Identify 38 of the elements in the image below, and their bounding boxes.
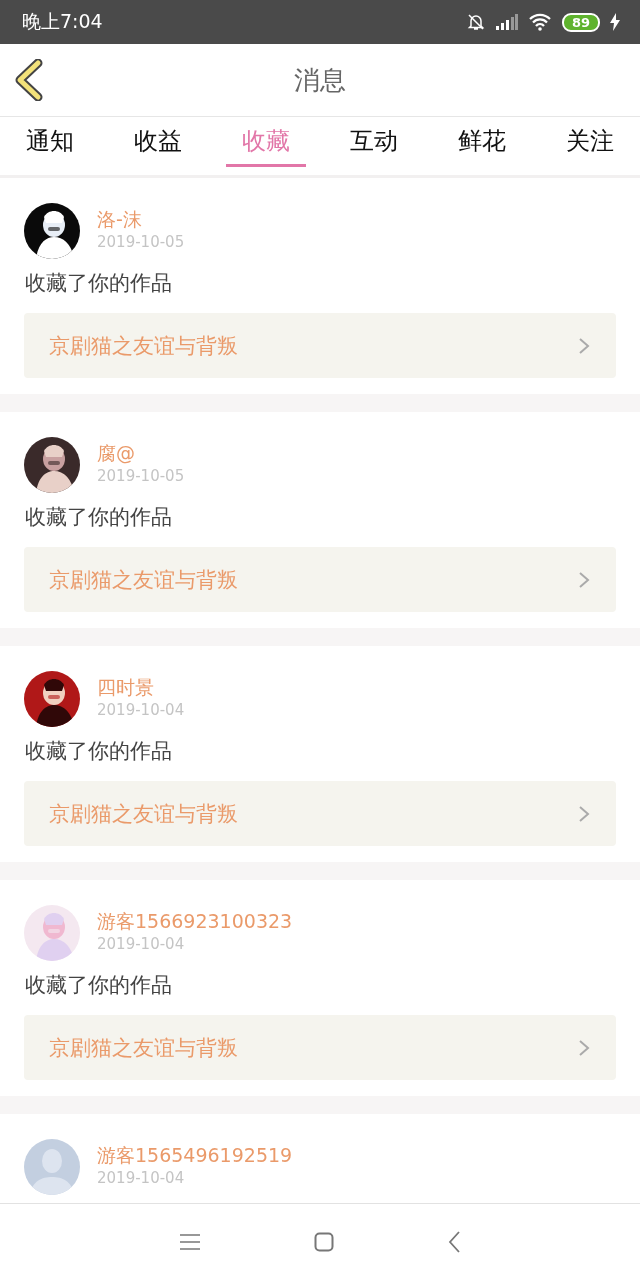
tab[interactable]: 收益 — [118, 117, 198, 167]
message-date: 2019-10-04 — [97, 1168, 186, 1189]
message-text: 收藏了你的作品 — [25, 270, 173, 297]
wifi-icon — [527, 13, 552, 31]
message-text: 收藏了你的作品 — [25, 972, 173, 999]
status-time: 晚上7:04 — [22, 9, 103, 34]
user-name[interactable]: 四时景 — [97, 675, 185, 699]
home-square-icon[interactable] — [314, 1232, 334, 1252]
tab[interactable]: 关注 — [550, 117, 630, 167]
tab[interactable]: 通知 — [10, 117, 90, 167]
default-avatar-icon — [24, 1139, 80, 1195]
chevron-right-icon — [578, 1038, 590, 1057]
menu-icon[interactable] — [180, 1234, 200, 1250]
tab[interactable]: 鲜花 — [442, 117, 522, 167]
message-date: 2019-10-05 — [97, 232, 185, 253]
battery-indicator: 89 — [561, 12, 600, 32]
message-date: 2019-10-04 — [97, 700, 185, 721]
user-name[interactable]: 洛-沫 — [97, 207, 185, 231]
work-link[interactable]: 京剧猫之友谊与背叛 — [24, 313, 616, 378]
tab[interactable]: 互动 — [334, 117, 414, 167]
user-name[interactable]: 腐@ — [97, 441, 185, 465]
chevron-right-icon — [578, 570, 590, 589]
work-link[interactable]: 京剧猫之友谊与背叛 — [24, 547, 616, 612]
bell-muted-icon — [465, 12, 486, 32]
message-date: 2019-10-05 — [97, 466, 185, 487]
message-text: 收藏了你的作品 — [25, 504, 173, 531]
work-link[interactable]: 京剧猫之友谊与背叛 — [24, 781, 616, 846]
signal-icon — [495, 14, 518, 30]
chevron-right-icon — [578, 336, 590, 355]
user-name[interactable]: 游客1565496192519 — [97, 1143, 293, 1167]
tab[interactable]: 收藏 — [226, 117, 306, 167]
chevron-right-icon — [578, 804, 590, 823]
charging-icon — [610, 13, 620, 31]
message-date: 2019-10-04 — [97, 934, 186, 955]
user-name[interactable]: 游客1566923100323 — [97, 909, 293, 933]
message-text: 收藏了你的作品 — [25, 738, 173, 765]
page-title: 消息 — [294, 63, 346, 97]
work-link[interactable]: 京剧猫之友谊与背叛 — [24, 1015, 616, 1080]
